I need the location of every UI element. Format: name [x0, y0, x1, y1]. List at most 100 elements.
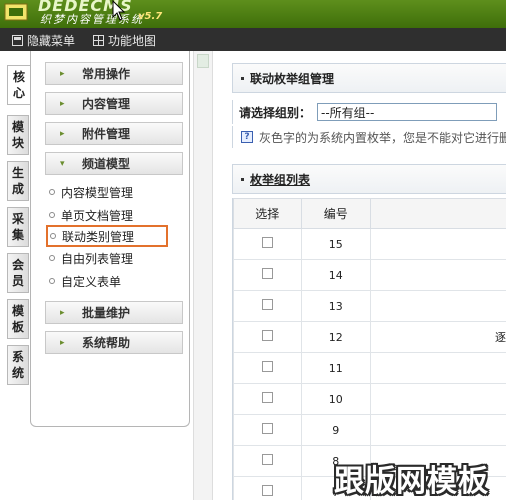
row-extra	[370, 383, 506, 415]
table-row: 10	[233, 383, 506, 415]
row-checkbox-cell	[233, 228, 302, 260]
list-title: 枚举组列表	[250, 172, 311, 187]
row-checkbox[interactable]	[261, 268, 273, 279]
col-blank-header	[370, 198, 506, 229]
bullet-icon	[49, 212, 55, 218]
menu-item-custom-form[interactable]: 自定义表单	[49, 272, 171, 290]
category-label: 内容管理	[82, 97, 131, 111]
bullet-icon	[49, 255, 55, 261]
logo-subtitle: 织梦内容管理系统	[40, 13, 144, 26]
row-extra-text: 逐	[370, 321, 506, 353]
row-checkbox[interactable]	[261, 423, 273, 434]
menu-item-linkage-category[interactable]: 联动类别管理	[46, 225, 168, 247]
table-row: 12 逐	[233, 321, 506, 353]
table-row: 11	[233, 352, 506, 384]
row-checkbox[interactable]	[261, 237, 273, 248]
row-checkbox[interactable]	[261, 299, 273, 310]
tab-system-label: 系统	[11, 350, 24, 380]
row-number: 15	[300, 228, 371, 260]
category-label: 批量维护	[82, 306, 131, 320]
row-checkbox[interactable]	[261, 485, 273, 496]
row-number: 9	[300, 414, 371, 446]
function-map-label: 功能地图	[108, 34, 157, 48]
enum-group-table: 选择 编号 15 14 13 12 逐 11 10 9 8 7	[232, 198, 506, 500]
watermark-text: 跟版网模板	[334, 464, 489, 499]
bullet-icon	[49, 189, 55, 195]
category-batch-maintenance[interactable]: ▸ 批量维护	[45, 301, 183, 324]
left-menu-panel: ▸ 常用操作 ▸ 内容管理 ▸ 附件管理 ▾ 频道模型 内容模型管理 单页文档管…	[30, 51, 190, 427]
menu-item-label: 单页文档管理	[61, 208, 134, 223]
tab-core-label: 核心	[12, 70, 25, 100]
version-label: v5.7	[138, 11, 163, 22]
chevron-down-icon: ▾	[60, 158, 65, 169]
category-content[interactable]: ▸ 内容管理	[45, 92, 183, 115]
row-checkbox[interactable]	[261, 392, 273, 403]
row-extra	[370, 259, 506, 291]
menu-item-content-model[interactable]: 内容模型管理	[49, 183, 171, 201]
row-checkbox[interactable]	[261, 330, 273, 341]
menu-item-label: 自定义表单	[61, 274, 122, 289]
list-title-bar: 枚举组列表	[232, 164, 506, 194]
top-banner: DEDECMS 织梦内容管理系统 v5.7	[0, 0, 506, 28]
notice-row: ? 灰色字的为系统内置枚举，您是不能对它进行删除	[232, 126, 506, 148]
tab-collect-label: 采集	[11, 212, 24, 242]
dedecms-logo-icon	[4, 3, 28, 21]
table-row: 9	[233, 414, 506, 446]
category-label: 频道模型	[82, 157, 131, 171]
function-map-link[interactable]: 功能地图	[93, 32, 156, 49]
help-icon: ?	[241, 131, 253, 143]
row-number: 13	[300, 290, 371, 322]
category-channel-model[interactable]: ▾ 频道模型	[45, 152, 183, 175]
tab-generate[interactable]: 生成	[7, 161, 29, 201]
hide-menu-link[interactable]: 隐藏菜单	[12, 32, 75, 49]
row-extra	[370, 352, 506, 384]
bullet-icon	[50, 233, 56, 239]
tab-generate-label: 生成	[11, 166, 24, 196]
menu-bar: 隐藏菜单 功能地图	[0, 28, 506, 51]
category-label: 附件管理	[82, 127, 131, 141]
row-extra	[370, 414, 506, 446]
tab-template[interactable]: 模板	[7, 299, 29, 339]
row-number: 10	[300, 383, 371, 415]
menu-item-free-list[interactable]: 自由列表管理	[49, 249, 171, 267]
row-checkbox[interactable]	[261, 361, 273, 372]
tab-member-label: 会员	[11, 258, 24, 288]
tab-member[interactable]: 会员	[7, 253, 29, 293]
row-checkbox-cell	[233, 445, 302, 477]
row-extra	[370, 228, 506, 260]
col-select-header: 选择	[233, 198, 302, 229]
mouse-cursor-icon	[112, 0, 126, 21]
page-title: 联动枚举组管理	[250, 71, 335, 86]
tab-core[interactable]: 核心	[7, 65, 31, 105]
table-row: 13	[233, 290, 506, 322]
menu-item-label: 自由列表管理	[61, 251, 134, 266]
tab-template-label: 模板	[11, 304, 24, 334]
col-number-header: 编号	[300, 198, 371, 229]
menu-item-label: 联动类别管理	[62, 229, 135, 244]
category-common-ops[interactable]: ▸ 常用操作	[45, 62, 183, 85]
tab-module[interactable]: 模块	[7, 115, 29, 155]
tab-collect[interactable]: 采集	[7, 207, 29, 247]
row-number: 14	[300, 259, 371, 291]
grid-icon	[12, 35, 23, 46]
row-checkbox[interactable]	[261, 454, 273, 465]
menu-item-single-page[interactable]: 单页文档管理	[49, 206, 171, 224]
bullet-icon	[49, 278, 55, 284]
category-system-help[interactable]: ▸ 系统帮助	[45, 331, 183, 354]
group-select[interactable]: --所有组--	[317, 103, 498, 121]
row-checkbox-cell	[233, 259, 302, 291]
menu-item-label: 内容模型管理	[61, 185, 134, 200]
category-label: 常用操作	[82, 67, 131, 81]
bullet-square-icon	[241, 177, 244, 181]
group-select-label: 请选择组别：	[239, 105, 312, 120]
chevron-right-icon: ▸	[60, 128, 65, 139]
notice-text: 灰色字的为系统内置枚举，您是不能对它进行删除	[259, 130, 506, 145]
table-row: 14	[233, 259, 506, 291]
row-checkbox-cell	[233, 476, 302, 500]
bullet-square-icon	[241, 76, 244, 80]
panel-splitter[interactable]	[193, 51, 213, 500]
category-attachments[interactable]: ▸ 附件管理	[45, 122, 183, 145]
tab-system[interactable]: 系统	[7, 345, 29, 385]
splitter-grip[interactable]	[197, 54, 209, 68]
map-icon	[93, 35, 104, 46]
